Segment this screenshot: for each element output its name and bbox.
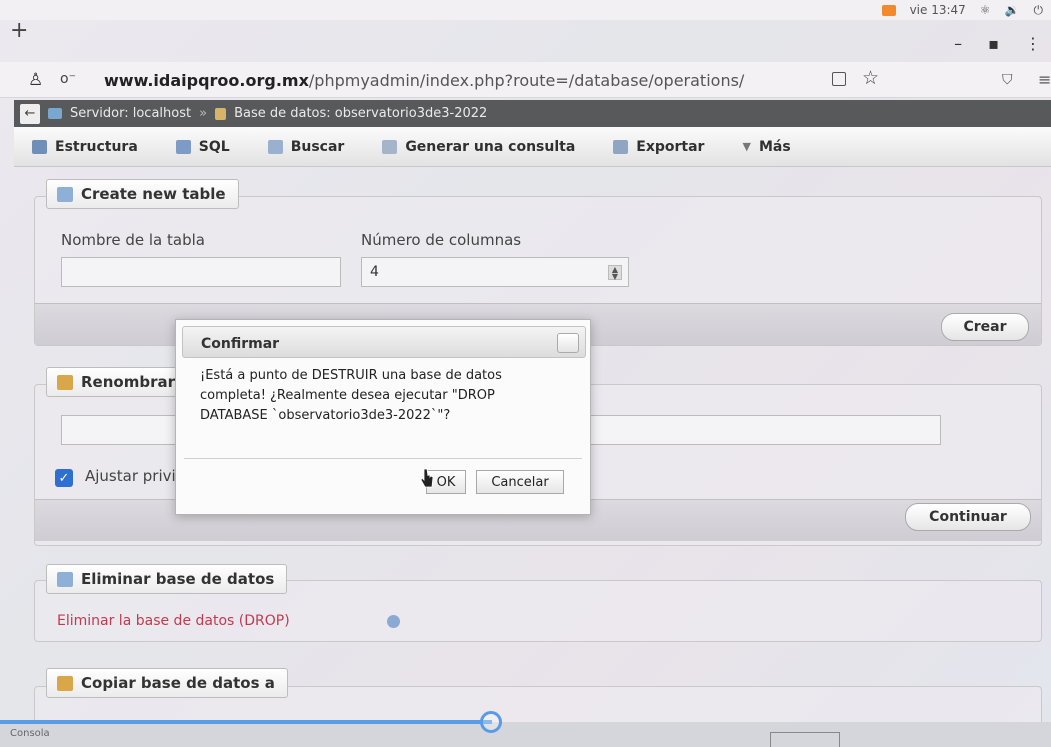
structure-icon xyxy=(32,139,47,154)
continue-button[interactable]: Continuar xyxy=(905,503,1031,531)
breadcrumb-separator: » xyxy=(199,106,208,121)
site-info-icon[interactable]: ♙ xyxy=(28,70,43,90)
sql-icon xyxy=(175,139,191,154)
url-path: /phpmyadmin/index.php?route=/database/op… xyxy=(308,71,745,90)
console-label[interactable]: Consola xyxy=(10,728,50,739)
delete-db-icon xyxy=(57,571,73,587)
drop-db-link[interactable]: Eliminar la base de datos (DROP) xyxy=(57,613,290,629)
menu-icon[interactable]: ≡ xyxy=(1038,70,1051,89)
url-bar: ♙ o⁻ www.idaipqroo.org.mx/phpmyadmin/ind… xyxy=(0,62,1051,98)
progress-knob-icon[interactable] xyxy=(480,711,502,733)
power-icon[interactable]: ⏻ xyxy=(1034,3,1044,18)
copy-db-legend: Copiar base de datos a xyxy=(46,668,288,698)
database-icon xyxy=(215,107,227,120)
columns-number-input[interactable]: 4 ▲ ▼ xyxy=(361,257,629,287)
bottom-bar xyxy=(0,722,1051,747)
dialog-title: Confirmar xyxy=(201,336,280,352)
system-tray: vie 13:47 ⚛ 🔉 ⏻ xyxy=(881,0,1044,20)
hand-cursor-icon xyxy=(420,468,434,488)
tab-menu: Estructura SQL Buscar Generar una consul… xyxy=(14,127,1051,167)
tab-label: Exportar xyxy=(636,138,705,155)
more-icon[interactable]: ⋮ xyxy=(1025,34,1041,53)
network-icon[interactable]: ⚛ xyxy=(980,3,991,17)
tab-label: Más xyxy=(758,138,791,155)
bookmark-star-icon[interactable]: ☆ xyxy=(862,67,879,89)
window-controls: – ▪ ⋮ xyxy=(954,34,1041,53)
table-name-input[interactable] xyxy=(61,257,341,287)
system-clock[interactable]: vie 13:47 xyxy=(910,3,966,17)
create-table-title: Create new table xyxy=(81,185,226,203)
tab-mas[interactable]: ▼ Más xyxy=(724,127,810,167)
breadcrumb-database[interactable]: Base de datos: observatorio3de3-2022 xyxy=(234,106,487,121)
tab-label: Buscar xyxy=(290,138,345,155)
bottom-widget[interactable] xyxy=(770,732,840,747)
help-icon[interactable] xyxy=(387,615,400,628)
minimize-icon[interactable]: – xyxy=(954,34,962,53)
copy-db-title: Copiar base de datos a xyxy=(81,674,275,692)
create-table-legend: Create new table xyxy=(46,179,239,209)
search-icon xyxy=(267,139,283,154)
tab-estructura[interactable]: Estructura xyxy=(14,127,158,167)
new-table-icon xyxy=(57,186,73,202)
cancel-button[interactable]: Cancelar xyxy=(476,470,564,494)
update-notifier-icon[interactable] xyxy=(881,4,896,16)
back-arrow-icon[interactable]: ← xyxy=(20,103,40,124)
columns-label: Número de columnas xyxy=(361,231,522,249)
url-host: www.idaipqroo.org.mx xyxy=(104,71,309,90)
dialog-message: ¡Está a punto de DESTRUIR una base de da… xyxy=(200,368,502,423)
confirm-dialog: Confirmar ¡Está a punto de DESTRUIR una … xyxy=(175,319,591,515)
volume-icon[interactable]: 🔉 xyxy=(1005,3,1020,17)
drop-db-legend: Eliminar base de datos xyxy=(46,564,288,594)
server-icon xyxy=(48,108,62,119)
url-field[interactable]: www.idaipqroo.org.mx/phpmyadmin/index.ph… xyxy=(104,71,816,90)
reader-view-icon[interactable] xyxy=(832,72,846,86)
dialog-titlebar[interactable]: Confirmar xyxy=(182,326,586,358)
tab-label: Generar una consulta xyxy=(405,138,576,155)
copy-icon xyxy=(57,675,73,691)
columns-value: 4 xyxy=(370,264,379,280)
breadcrumb: ← Servidor: localhost » Base de datos: o… xyxy=(14,100,1051,127)
query-icon xyxy=(382,139,398,154)
tab-sql[interactable]: SQL xyxy=(158,127,250,167)
tab-label: Estructura xyxy=(55,138,138,155)
progress-line xyxy=(0,720,492,724)
drop-db-title: Eliminar base de datos xyxy=(81,570,275,588)
new-tab-icon[interactable]: + xyxy=(10,18,28,43)
create-button[interactable]: Crear xyxy=(941,313,1029,341)
dialog-divider xyxy=(184,458,582,459)
system-top-bar: vie 13:47 ⚛ 🔉 ⏻ xyxy=(0,0,1051,20)
tab-generar-consulta[interactable]: Generar una consulta xyxy=(364,127,595,167)
tab-label: SQL xyxy=(198,138,230,155)
pocket-icon[interactable]: ⛉ xyxy=(1002,72,1013,88)
pencil-icon xyxy=(57,374,73,390)
maximize-icon[interactable]: ▪ xyxy=(988,34,999,53)
table-name-label: Nombre de la tabla xyxy=(61,231,205,249)
chevron-down-icon: ▼ xyxy=(742,140,751,153)
key-icon[interactable]: o⁻ xyxy=(60,71,76,87)
tab-exportar[interactable]: Exportar xyxy=(595,127,724,167)
tab-buscar[interactable]: Buscar xyxy=(250,127,365,167)
spinner-icon[interactable]: ▲ ▼ xyxy=(608,265,622,281)
export-icon xyxy=(613,139,629,154)
close-icon[interactable] xyxy=(557,333,579,353)
adjust-privileges-checkbox[interactable]: ✓ xyxy=(55,469,73,487)
breadcrumb-server[interactable]: Servidor: localhost xyxy=(70,106,191,121)
